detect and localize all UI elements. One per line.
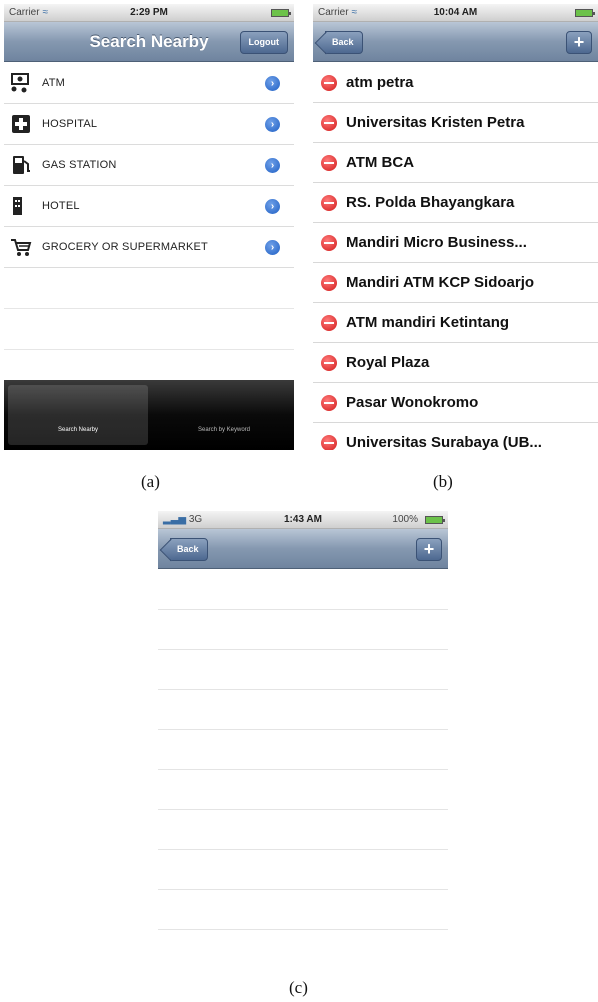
delete-icon[interactable] xyxy=(321,395,337,411)
disclosure-icon[interactable]: › xyxy=(265,199,280,214)
status-bar: Carrier ≈ 10:04 AM xyxy=(313,4,598,22)
screen-search-nearby: Carrier ≈ 2:29 PM Search Nearby Logout AT… xyxy=(4,4,294,450)
tab-search-nearby[interactable]: Search Nearby xyxy=(8,385,148,445)
list-item[interactable]: ATM BCA xyxy=(313,143,598,183)
navigation-bar: Back + xyxy=(313,22,598,62)
tab-label: Search Nearby xyxy=(57,427,99,433)
empty-row xyxy=(158,850,448,890)
tab-bar: Search Nearby Search by Keyword xyxy=(4,380,294,450)
atm-icon xyxy=(11,73,29,93)
list-item-label: Mandiri Micro Business... xyxy=(346,234,527,251)
back-button[interactable]: Back xyxy=(170,538,208,561)
disclosure-icon[interactable]: › xyxy=(265,76,280,91)
gas-pump-icon xyxy=(13,156,30,174)
list-item-hospital[interactable]: HOSPITAL › xyxy=(4,104,294,145)
empty-row xyxy=(158,810,448,850)
caption-b: (b) xyxy=(433,472,453,491)
navigation-bar: Back + xyxy=(158,529,448,569)
list-item-label: Universitas Kristen Petra xyxy=(346,114,525,131)
empty-row xyxy=(158,730,448,770)
battery-icon xyxy=(271,9,291,17)
results-list: atm petra Universitas Kristen Petra ATM … xyxy=(313,63,598,450)
list-item-label: RS. Polda Bhayangkara xyxy=(346,194,515,211)
add-button[interactable]: + xyxy=(566,31,592,54)
empty-list xyxy=(158,570,448,930)
status-bar: ▂▃▅ 3G 1:43 AM 100% xyxy=(158,511,448,529)
list-item[interactable]: Universitas Surabaya (UB... xyxy=(313,423,598,450)
disclosure-icon[interactable]: › xyxy=(265,117,280,132)
empty-row xyxy=(158,610,448,650)
caption-a: (a) xyxy=(141,472,160,491)
list-item-grocery[interactable]: GROCERY OR SUPERMARKET › xyxy=(4,227,294,268)
delete-icon[interactable] xyxy=(321,115,337,131)
delete-icon[interactable] xyxy=(321,315,337,331)
hotel-icon xyxy=(13,197,22,215)
list-item-hotel[interactable]: HOTEL › xyxy=(4,186,294,227)
list-item-label: HOSPITAL xyxy=(42,118,98,130)
list-item-gas-station[interactable]: GAS STATION › xyxy=(4,145,294,186)
list-item-label: GAS STATION xyxy=(42,159,117,171)
status-time: 2:29 PM xyxy=(130,7,168,18)
status-time: 10:04 AM xyxy=(433,7,478,18)
navigation-bar: Search Nearby Logout xyxy=(4,22,294,62)
list-item[interactable]: Mandiri ATM KCP Sidoarjo xyxy=(313,263,598,303)
status-bar: Carrier ≈ 2:29 PM xyxy=(4,4,294,22)
list-item-label: ATM xyxy=(42,77,66,89)
logout-button[interactable]: Logout xyxy=(239,31,288,54)
delete-icon[interactable] xyxy=(321,195,337,211)
list-item[interactable]: Royal Plaza xyxy=(313,343,598,383)
disclosure-icon[interactable]: › xyxy=(265,240,280,255)
tab-label: Search by Keyword xyxy=(197,427,251,433)
disclosure-icon[interactable]: › xyxy=(265,158,280,173)
tab-search-by-keyword[interactable]: Search by Keyword xyxy=(154,385,294,445)
battery-icon xyxy=(575,9,595,17)
empty-row xyxy=(158,570,448,610)
delete-icon[interactable] xyxy=(321,155,337,171)
list-item-label: atm petra xyxy=(346,74,414,91)
list-item[interactable]: RS. Polda Bhayangkara xyxy=(313,183,598,223)
battery-icon xyxy=(425,516,445,524)
empty-row xyxy=(158,690,448,730)
battery-percent: 100% xyxy=(392,514,418,525)
list-item-label: HOTEL xyxy=(42,200,80,212)
list-item-label: ATM BCA xyxy=(346,154,415,171)
list-item-atm[interactable]: ATM › xyxy=(4,63,294,104)
empty-row xyxy=(4,268,294,309)
list-item-label: GROCERY OR SUPERMARKET xyxy=(42,241,208,253)
empty-row xyxy=(158,650,448,690)
delete-icon[interactable] xyxy=(321,75,337,91)
list-item-label: Royal Plaza xyxy=(346,354,430,371)
list-item-label: Mandiri ATM KCP Sidoarjo xyxy=(346,274,535,291)
list-item[interactable]: atm petra xyxy=(313,63,598,103)
list-item[interactable]: ATM mandiri Ketintang xyxy=(313,303,598,343)
list-item[interactable]: Pasar Wonokromo xyxy=(313,383,598,423)
delete-icon[interactable] xyxy=(321,355,337,371)
back-button[interactable]: Back xyxy=(325,31,363,54)
empty-row xyxy=(4,309,294,350)
cart-icon xyxy=(11,239,32,256)
list-item-label: ATM mandiri Ketintang xyxy=(346,314,510,331)
list-item[interactable]: Universitas Kristen Petra xyxy=(313,103,598,143)
list-item-label: Universitas Surabaya (UB... xyxy=(346,434,542,450)
delete-icon[interactable] xyxy=(321,235,337,251)
add-button[interactable]: + xyxy=(416,538,442,561)
category-list: ATM › HOSPITAL › GAS STATION › HOTEL › G… xyxy=(4,63,294,391)
delete-icon[interactable] xyxy=(321,275,337,291)
screen-empty-list: ▂▃▅ 3G 1:43 AM 100% Back + xyxy=(158,511,448,963)
caption-c: (c) xyxy=(289,978,308,997)
list-item[interactable]: Mandiri Micro Business... xyxy=(313,223,598,263)
delete-icon[interactable] xyxy=(321,435,337,450)
empty-row xyxy=(158,770,448,810)
screen-results: Carrier ≈ 10:04 AM Back + atm petra Unive… xyxy=(313,4,598,450)
hospital-icon xyxy=(12,115,30,133)
empty-row xyxy=(158,890,448,930)
list-item-label: Pasar Wonokromo xyxy=(346,394,479,411)
